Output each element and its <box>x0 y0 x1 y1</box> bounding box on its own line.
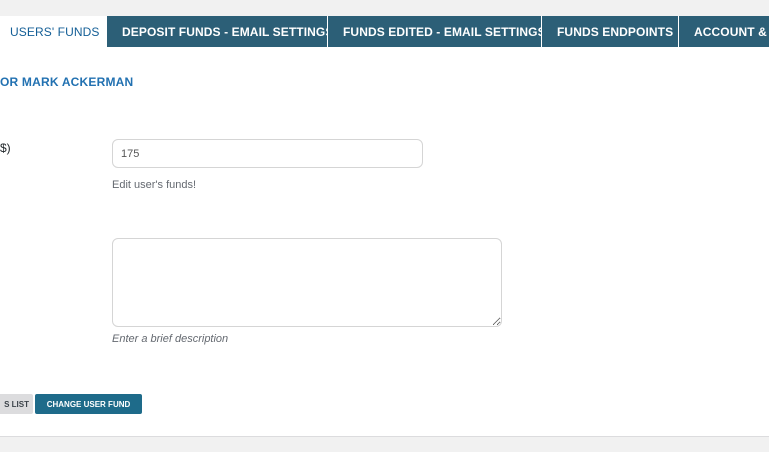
edit-funds-panel: or Mark Ackerman $) Edit user's funds! E… <box>0 47 769 436</box>
tab-funds-edited-email-settings[interactable]: Funds Edited - Email Settings <box>327 16 546 47</box>
tab-users-funds[interactable]: Users' Funds <box>0 16 106 47</box>
footer-divider <box>0 436 769 437</box>
panel-title: or Mark Ackerman <box>0 75 134 89</box>
tab-funds-endpoints[interactable]: Funds Endpoints <box>541 16 678 47</box>
tab-account[interactable]: Account & P <box>678 16 769 47</box>
tab-deposit-funds-email-settings[interactable]: Deposit Funds - Email Settings <box>106 16 333 47</box>
amount-hint: Edit user's funds! <box>112 179 197 191</box>
back-to-list-button[interactable]: s List <box>0 394 33 414</box>
amount-label: $) <box>0 141 11 155</box>
funds-amount-input[interactable] <box>112 139 423 168</box>
change-user-fund-button[interactable]: Change user fund <box>35 394 142 414</box>
description-hint: Enter a brief description <box>112 333 229 345</box>
description-textarea[interactable] <box>112 238 502 327</box>
tab-bar: Users' Funds Deposit Funds - Email Setti… <box>0 16 769 47</box>
